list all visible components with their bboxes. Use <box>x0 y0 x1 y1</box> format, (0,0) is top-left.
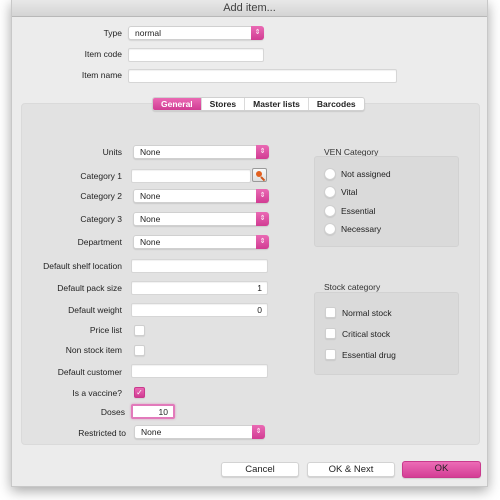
is-vaccine-label: Is a vaccine? <box>72 388 122 398</box>
tab-general[interactable]: General <box>153 98 202 110</box>
tab-bar: General Stores Master lists Barcodes <box>152 97 365 111</box>
default-pack-size-label: Default pack size <box>57 283 122 293</box>
category1-lookup-button[interactable] <box>252 168 267 182</box>
item-code-label: Item code <box>84 49 122 59</box>
stock-option-normal[interactable]: Normal stock <box>325 307 392 318</box>
ven-option-necessary[interactable]: Necessary <box>324 223 381 235</box>
default-weight-input[interactable]: 0 <box>131 303 268 317</box>
radio-button[interactable] <box>324 223 336 235</box>
item-name-label: Item name <box>81 70 122 80</box>
category3-value: None <box>140 214 161 224</box>
ven-option-essential[interactable]: Essential <box>324 205 376 217</box>
category3-select[interactable]: None ⇕ <box>133 212 269 226</box>
price-list-label: Price list <box>89 325 122 335</box>
checkbox-label: Essential drug <box>342 349 396 360</box>
non-stock-item-checkbox[interactable] <box>134 345 145 356</box>
add-item-dialog: Add item... Type normal ⇕ Item code Item… <box>11 0 488 487</box>
type-value: normal <box>135 28 161 38</box>
is-vaccine-checkbox[interactable]: ✓ <box>134 387 145 398</box>
units-select[interactable]: None ⇕ <box>133 145 269 159</box>
checkmark-icon: ✓ <box>136 388 143 397</box>
department-select[interactable]: None ⇕ <box>133 235 269 249</box>
restricted-to-select[interactable]: None ⇕ <box>134 425 265 439</box>
default-shelf-location-input[interactable] <box>131 259 268 273</box>
window-title: Add item... <box>12 0 487 17</box>
radio-label: Necessary <box>341 224 382 234</box>
category2-select[interactable]: None ⇕ <box>133 189 269 203</box>
department-value: None <box>140 237 161 247</box>
item-name-input[interactable] <box>128 69 397 83</box>
tab-stores[interactable]: Stores <box>202 98 246 110</box>
type-label: Type <box>103 28 122 38</box>
select-arrow-icon: ⇕ <box>252 425 265 439</box>
checkbox[interactable] <box>325 307 336 318</box>
radio-button[interactable] <box>324 186 336 198</box>
department-label: Department <box>77 237 122 247</box>
default-customer-label: Default customer <box>57 367 122 377</box>
checkbox-label: Critical stock <box>342 328 391 339</box>
radio-label: Essential <box>341 206 376 216</box>
non-stock-item-label: Non stock item <box>65 345 122 355</box>
type-select[interactable]: normal ⇕ <box>128 26 264 40</box>
doses-label: Doses <box>100 407 125 417</box>
tab-master-lists[interactable]: Master lists <box>245 98 309 110</box>
select-arrow-icon: ⇕ <box>256 145 269 159</box>
default-weight-label: Default weight <box>68 305 122 315</box>
default-shelf-location-label: Default shelf location <box>43 261 122 271</box>
doses-input[interactable]: 10 <box>131 404 175 419</box>
radio-button[interactable] <box>324 205 336 217</box>
cancel-button[interactable]: Cancel <box>221 462 299 477</box>
magnifier-handle <box>260 176 266 182</box>
select-arrow-icon: ⇕ <box>256 212 269 226</box>
units-label: Units <box>102 147 122 157</box>
category3-label: Category 3 <box>80 214 122 224</box>
item-code-input[interactable] <box>128 48 264 62</box>
units-value: None <box>140 147 161 157</box>
price-list-checkbox[interactable] <box>134 325 145 336</box>
category2-value: None <box>140 191 161 201</box>
default-pack-size-input[interactable]: 1 <box>131 281 268 295</box>
stock-category-title: Stock category <box>324 282 381 292</box>
radio-label: Not assigned <box>341 169 391 179</box>
ok-button[interactable]: OK <box>402 461 481 478</box>
category2-label: Category 2 <box>80 191 122 201</box>
stock-option-essential-drug[interactable]: Essential drug <box>325 349 396 360</box>
select-arrow-icon: ⇕ <box>256 235 269 249</box>
checkbox[interactable] <box>325 328 336 339</box>
select-arrow-icon: ⇕ <box>256 189 269 203</box>
radio-label: Vital <box>341 187 358 197</box>
ven-option-not-assigned[interactable]: Not assigned <box>324 168 391 180</box>
radio-button[interactable] <box>324 168 336 180</box>
restricted-to-label: Restricted to <box>78 428 126 438</box>
default-customer-input[interactable] <box>131 364 268 378</box>
category1-label: Category 1 <box>80 171 122 181</box>
tab-barcodes[interactable]: Barcodes <box>309 98 364 110</box>
stock-option-critical[interactable]: Critical stock <box>325 328 390 339</box>
checkbox-label: Normal stock <box>342 307 392 318</box>
category1-input[interactable] <box>131 169 251 183</box>
select-arrow-icon: ⇕ <box>251 26 264 40</box>
checkbox[interactable] <box>325 349 336 360</box>
ven-option-vital[interactable]: Vital <box>324 186 357 198</box>
restricted-to-value: None <box>141 427 162 437</box>
ok-next-button[interactable]: OK & Next <box>307 462 395 477</box>
